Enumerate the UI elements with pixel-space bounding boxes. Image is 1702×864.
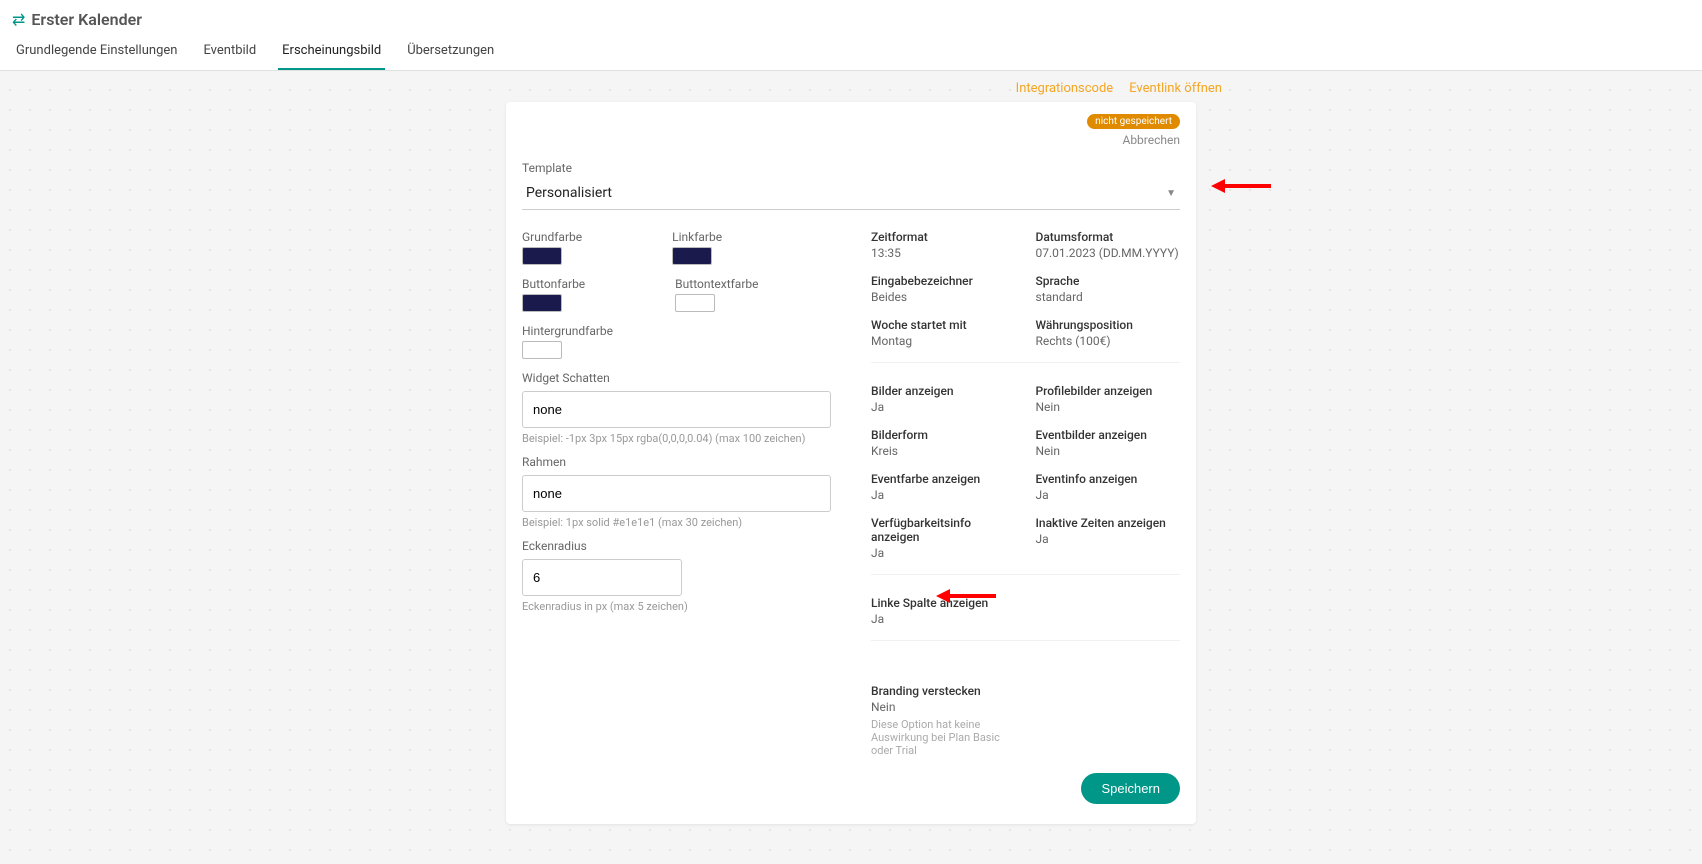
tab-translations[interactable]: Übersetzungen bbox=[403, 33, 498, 70]
cancel-link[interactable]: Abbrechen bbox=[1122, 133, 1180, 147]
template-section: Template Personalisiert ▼ bbox=[522, 161, 1180, 210]
tab-appearance[interactable]: Erscheinungsbild bbox=[278, 33, 385, 70]
settings-grid: Zeitformat 13:35 Datumsformat 07.01.2023… bbox=[871, 230, 1180, 757]
primary-color-label: Grundfarbe bbox=[522, 230, 582, 244]
chevron-down-icon: ▼ bbox=[1166, 188, 1176, 199]
button-text-color-label: Buttontextfarbe bbox=[675, 277, 758, 291]
integration-code-link[interactable]: Integrationscode bbox=[1016, 81, 1114, 96]
unsaved-badge: nicht gespeichert bbox=[1087, 114, 1180, 129]
title-row: ⇄ Erster Kalender bbox=[0, 0, 1702, 33]
widget-shadow-field: Widget Schatten Beispiel: -1px 3px 15px … bbox=[522, 371, 831, 445]
top-links: Integrationscode Eventlink öffnen bbox=[0, 71, 1702, 102]
swap-icon: ⇄ bbox=[12, 10, 25, 29]
button-text-color-field: Buttontextfarbe bbox=[675, 277, 758, 312]
template-value: Personalisiert bbox=[526, 185, 612, 201]
setting-show-availability[interactable]: Verfügbarkeitsinfo anzeigen Ja bbox=[871, 516, 1016, 560]
divider-3 bbox=[871, 640, 1180, 670]
left-column: Grundfarbe Linkfarbe Buttonfarbe Buttont… bbox=[522, 230, 831, 757]
setting-show-profile-images[interactable]: Profilebilder anzeigen Nein bbox=[1036, 384, 1181, 414]
setting-show-inactive-times[interactable]: Inaktive Zeiten anzeigen Ja bbox=[1036, 516, 1181, 560]
divider bbox=[871, 362, 1180, 370]
link-color-swatch[interactable] bbox=[672, 247, 712, 265]
radius-field: Eckenradius Eckenradius in px (max 5 zei… bbox=[522, 539, 831, 613]
border-field: Rahmen Beispiel: 1px solid #e1e1e1 (max … bbox=[522, 455, 831, 529]
setting-hide-branding[interactable]: Branding verstecken Nein Diese Option ha… bbox=[871, 684, 1180, 757]
radius-input[interactable] bbox=[522, 559, 682, 596]
tab-basic-settings[interactable]: Grundlegende Einstellungen bbox=[12, 33, 181, 70]
template-label: Template bbox=[522, 161, 1180, 175]
setting-currency-position[interactable]: Währungsposition Rechts (100€) bbox=[1036, 318, 1181, 348]
primary-color-swatch[interactable] bbox=[522, 247, 562, 265]
annotation-arrow-1 bbox=[1211, 176, 1271, 200]
card-top-right: nicht gespeichert Abbrechen bbox=[522, 114, 1180, 147]
background-color-field: Hintergrundfarbe bbox=[522, 324, 831, 359]
save-button[interactable]: Speichern bbox=[1081, 773, 1180, 804]
widget-shadow-label: Widget Schatten bbox=[522, 371, 831, 385]
primary-color-field: Grundfarbe bbox=[522, 230, 582, 265]
right-column: Zeitformat 13:35 Datumsformat 07.01.2023… bbox=[871, 230, 1180, 757]
columns: Grundfarbe Linkfarbe Buttonfarbe Buttont… bbox=[522, 230, 1180, 757]
save-row: Speichern bbox=[522, 773, 1180, 804]
setting-show-images[interactable]: Bilder anzeigen Ja bbox=[871, 384, 1016, 414]
tab-event-image[interactable]: Eventbild bbox=[199, 33, 260, 70]
page-title: Erster Kalender bbox=[31, 10, 142, 29]
setting-date-format[interactable]: Datumsformat 07.01.2023 (DD.MM.YYYY) bbox=[1036, 230, 1181, 260]
border-label: Rahmen bbox=[522, 455, 831, 469]
tabs-row: Grundlegende Einstellungen Eventbild Ers… bbox=[0, 33, 1702, 70]
setting-week-start[interactable]: Woche startet mit Montag bbox=[871, 318, 1016, 348]
setting-language[interactable]: Sprache standard bbox=[1036, 274, 1181, 304]
link-color-label: Linkfarbe bbox=[672, 230, 722, 244]
radius-label: Eckenradius bbox=[522, 539, 831, 553]
eventlink-open-link[interactable]: Eventlink öffnen bbox=[1129, 81, 1222, 96]
widget-shadow-input[interactable] bbox=[522, 391, 831, 428]
background-color-label: Hintergrundfarbe bbox=[522, 324, 831, 338]
border-input[interactable] bbox=[522, 475, 831, 512]
branding-note: Diese Option hat keine Auswirkung bei Pl… bbox=[871, 718, 1021, 757]
setting-show-event-info[interactable]: Eventinfo anzeigen Ja bbox=[1036, 472, 1181, 502]
link-color-field: Linkfarbe bbox=[672, 230, 722, 265]
button-color-label: Buttonfarbe bbox=[522, 277, 585, 291]
radius-helper: Eckenradius in px (max 5 zeichen) bbox=[522, 600, 831, 613]
setting-image-shape[interactable]: Bilderform Kreis bbox=[871, 428, 1016, 458]
divider-2 bbox=[871, 574, 1180, 582]
setting-input-label[interactable]: Eingabebezeichner Beides bbox=[871, 274, 1016, 304]
widget-shadow-helper: Beispiel: -1px 3px 15px rgba(0,0,0,0.04)… bbox=[522, 432, 831, 445]
button-text-color-swatch[interactable] bbox=[675, 294, 715, 312]
template-select[interactable]: Personalisiert ▼ bbox=[522, 177, 1180, 210]
button-color-swatch[interactable] bbox=[522, 294, 562, 312]
setting-show-left-column[interactable]: Linke Spalte anzeigen Ja bbox=[871, 596, 1016, 626]
settings-card: nicht gespeichert Abbrechen Template Per… bbox=[506, 102, 1196, 824]
background-color-swatch[interactable] bbox=[522, 341, 562, 359]
button-color-field: Buttonfarbe bbox=[522, 277, 585, 312]
setting-show-event-color[interactable]: Eventfarbe anzeigen Ja bbox=[871, 472, 1016, 502]
header-bar: ⇄ Erster Kalender Grundlegende Einstellu… bbox=[0, 0, 1702, 71]
border-helper: Beispiel: 1px solid #e1e1e1 (max 30 zeic… bbox=[522, 516, 831, 529]
setting-time-format[interactable]: Zeitformat 13:35 bbox=[871, 230, 1016, 260]
setting-show-event-images[interactable]: Eventbilder anzeigen Nein bbox=[1036, 428, 1181, 458]
